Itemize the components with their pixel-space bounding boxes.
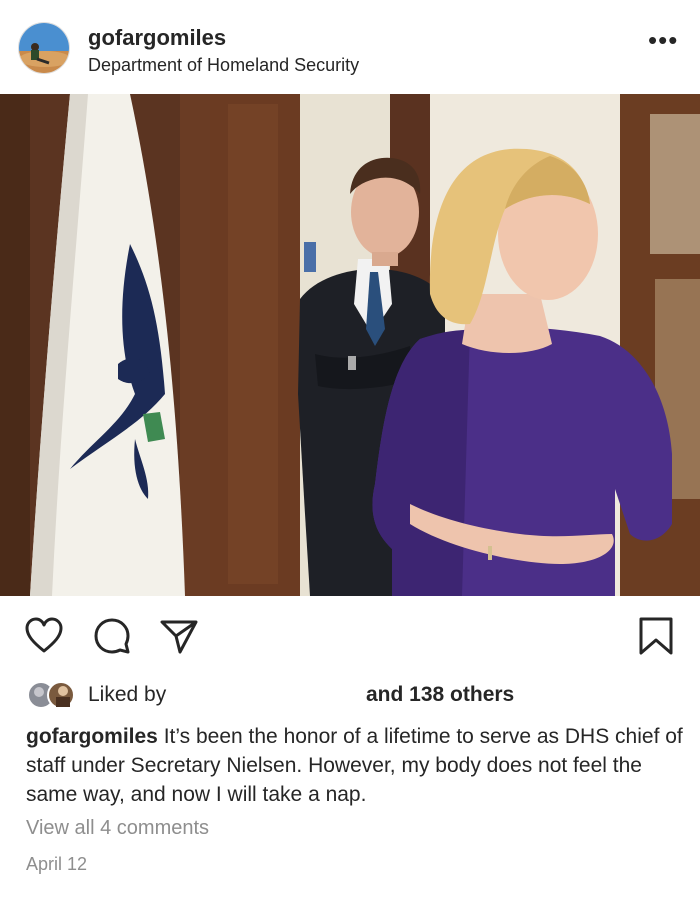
avatar[interactable]	[18, 22, 70, 74]
view-all-comments-link[interactable]: View all 4 comments	[26, 817, 209, 840]
likes-count-link[interactable]: and 138 others	[366, 683, 514, 707]
post-location[interactable]: Department of Homeland Security	[88, 55, 359, 76]
post-photo[interactable]	[0, 94, 700, 596]
liker-avatars[interactable]	[26, 680, 80, 710]
photo-illustration	[0, 94, 700, 596]
comment-icon[interactable]	[90, 614, 134, 658]
send-icon[interactable]	[156, 614, 200, 658]
post-date: April 12	[26, 854, 88, 874]
more-options-icon[interactable]: •••	[648, 27, 678, 53]
likes-row: Liked by and 138 others	[26, 680, 686, 710]
bookmark-icon[interactable]	[634, 614, 678, 658]
heart-icon[interactable]	[22, 614, 66, 658]
avatar-image	[19, 23, 69, 73]
post-caption: gofargomiles It’s been the honor of a li…	[26, 722, 686, 809]
post-actions	[0, 596, 700, 676]
post-username[interactable]: gofargomiles	[88, 25, 226, 51]
liked-by-label: Liked by	[88, 683, 167, 706]
post-header: gofargomiles Department of Homeland Secu…	[0, 0, 700, 94]
caption-username[interactable]: gofargomiles	[26, 725, 158, 748]
